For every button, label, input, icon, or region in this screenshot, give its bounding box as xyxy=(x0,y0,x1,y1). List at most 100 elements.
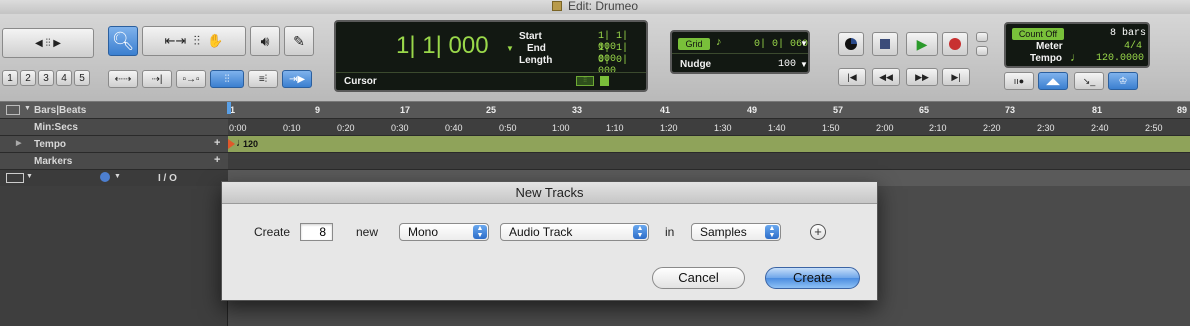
bar-tick: 65 xyxy=(919,105,930,115)
link-timeline-icon[interactable]: ⇥▶ xyxy=(282,70,312,88)
zoom-out-arrow-icon[interactable]: ◀ xyxy=(35,38,43,49)
time-tick: 1:10 xyxy=(606,123,624,133)
tab-to-transient-icon[interactable]: ≡⫶ xyxy=(248,70,278,88)
minsecs-ruler-label[interactable]: Min:Secs xyxy=(0,119,228,136)
cancel-button[interactable]: Cancel xyxy=(652,267,745,289)
online-icon[interactable] xyxy=(838,32,864,56)
return-to-zero-icon[interactable]: |◀ xyxy=(838,68,866,86)
waveform-icon: ⫶⫶ xyxy=(576,76,594,86)
create-button[interactable]: Create xyxy=(765,267,860,289)
memory-icon xyxy=(600,76,609,86)
time-tick: 0:40 xyxy=(445,123,463,133)
tempo-marker-icon[interactable] xyxy=(228,139,235,149)
time-tick: 0:10 xyxy=(283,123,301,133)
scrubber-tool-icon[interactable]: 🔊︎ xyxy=(250,26,280,56)
track-type-select[interactable]: Audio Track ▲ ▼ xyxy=(500,223,649,241)
pencil-tool-icon[interactable]: ✎ xyxy=(284,26,314,56)
length-value[interactable]: 0| 0| 000 xyxy=(598,55,646,77)
io-label: I / O xyxy=(158,173,177,184)
select-arrows-icon: ▲ ▼ xyxy=(765,225,779,239)
timebase-select[interactable]: Samples ▲ ▼ xyxy=(691,223,781,241)
zoom-preset-4[interactable]: 4 xyxy=(56,70,72,86)
nudge-dropdown-icon[interactable]: ▼ xyxy=(800,60,808,69)
trim-tool-icon[interactable]: ⇤⇥ xyxy=(165,33,187,49)
create-label: Create xyxy=(254,225,291,239)
add-row-icon[interactable]: + xyxy=(810,224,826,240)
dropdown-icon[interactable]: ▼ xyxy=(24,105,31,112)
stop-icon[interactable] xyxy=(872,32,898,56)
go-to-end-icon[interactable]: ▶| xyxy=(942,68,970,86)
count-off-bars[interactable]: 8 bars xyxy=(1110,28,1146,39)
counter-dropdown-icon[interactable]: ▼ xyxy=(506,44,514,53)
grid-mode-icon[interactable]: ⫶⫶ xyxy=(210,70,244,88)
time-tick: 1:20 xyxy=(660,123,678,133)
in-label: in xyxy=(665,225,675,239)
zoomer-tool-icon[interactable]: 🔍︎ xyxy=(108,26,138,56)
tempo-ruler[interactable]: ♩ 120 xyxy=(228,136,1190,153)
bars-beats-ruler-label[interactable]: ▼ Bars|Beats xyxy=(0,102,228,119)
main-counter-value[interactable]: 1| 1| 000 xyxy=(396,32,489,60)
channel-format-select[interactable]: Mono ▲ ▼ xyxy=(399,223,489,241)
timebase-clock-icon[interactable] xyxy=(100,172,110,182)
minsecs-ruler[interactable]: 0:00 0:10 0:20 0:30 0:40 0:50 1:00 1:10 … xyxy=(228,119,1190,136)
ruler-menu-icon[interactable] xyxy=(6,105,20,115)
grid-nudge-display: Grid ♪ 0| 0| 060 ▼ Nudge 100 ▼ xyxy=(670,30,810,74)
shuffle-mode-icon[interactable]: ⇠⇢ xyxy=(108,70,138,88)
zoom-preset-3[interactable]: 3 xyxy=(38,70,54,86)
new-tracks-dialog: New Tracks Create 8 new Mono ▲ ▼ Audio Tr… xyxy=(221,181,878,301)
track-count-input[interactable]: 8 xyxy=(300,223,333,241)
add-marker-icon[interactable]: + xyxy=(214,154,220,166)
tempo-ruler-label[interactable]: ▶ Tempo + xyxy=(0,136,228,153)
grid-dropdown-icon[interactable]: ▼ xyxy=(800,39,808,48)
expand-triangle-icon[interactable]: ▶ xyxy=(16,139,21,147)
nudge-value[interactable]: 100 xyxy=(778,59,796,70)
count-off-label[interactable]: Count Off xyxy=(1012,28,1064,40)
selector-tool-icon[interactable]: ⫶⫶ xyxy=(194,33,201,49)
transport-option-icon[interactable] xyxy=(976,32,988,42)
time-tick: 0:50 xyxy=(499,123,517,133)
zoom-preset-1[interactable]: 1 xyxy=(2,70,18,86)
wait-for-note-icon[interactable]: ıı● xyxy=(1004,72,1034,90)
nudge-label: Nudge xyxy=(680,59,712,70)
dropdown-icon[interactable]: ▼ xyxy=(26,173,33,180)
rewind-icon[interactable]: ◀◀ xyxy=(872,68,900,86)
grid-label[interactable]: Grid xyxy=(678,38,710,50)
tempo-note-icon: ♩ xyxy=(1070,50,1082,64)
bar-tick: 73 xyxy=(1005,105,1016,115)
tracks-list-icon[interactable] xyxy=(6,173,24,183)
tempo-marker-value: 120 xyxy=(243,139,259,149)
bars-beats-ruler[interactable]: 1 9 17 25 33 41 49 57 65 73 81 89 xyxy=(227,102,1190,119)
time-tick: 0:20 xyxy=(337,123,355,133)
conductor-icon[interactable]: ♔ xyxy=(1108,72,1138,90)
trim-select-grabber-tools[interactable]: ⇤⇥ ⫶⫶ ✋ xyxy=(142,26,246,56)
tempo-value[interactable]: 120.0000 xyxy=(1096,53,1144,64)
window-title: Edit: Drumeo xyxy=(567,0,639,13)
markers-ruler-label[interactable]: Markers + xyxy=(0,153,228,170)
time-tick: 1:50 xyxy=(822,123,840,133)
record-icon[interactable] xyxy=(942,32,968,56)
window-title-bar: Edit: Drumeo xyxy=(0,0,1190,14)
metronome-icon[interactable]: ◢◣ xyxy=(1038,72,1068,90)
bar-tick: 25 xyxy=(486,105,497,115)
select-arrows-icon: ▲ ▼ xyxy=(473,225,487,239)
zoom-preset-2[interactable]: 2 xyxy=(20,70,36,86)
add-tempo-icon[interactable]: + xyxy=(214,137,220,149)
start-label: Start xyxy=(519,31,542,42)
zoom-preset-5[interactable]: 5 xyxy=(74,70,90,86)
bar-tick: 49 xyxy=(747,105,758,115)
meter-value[interactable]: 4/4 xyxy=(1124,41,1142,52)
note-icon: ♪ xyxy=(716,36,722,48)
markers-ruler[interactable] xyxy=(228,153,1190,170)
transport-option-icon[interactable] xyxy=(976,46,988,56)
play-icon[interactable]: ▶ xyxy=(906,32,938,56)
dropdown-icon[interactable]: ▼ xyxy=(114,173,121,180)
midi-merge-icon[interactable]: ↘_ xyxy=(1074,72,1104,90)
grabber-tool-icon[interactable]: ✋ xyxy=(207,33,223,49)
spot-mode-icon[interactable]: ▫→▫ xyxy=(176,70,206,88)
zoom-in-arrow-icon[interactable]: ▶ xyxy=(53,38,61,49)
edit-toolbar: ◀ ⫶⫶ ▶ 1 2 3 4 5 🔍︎ ⇤⇥ ⫶⫶ ✋ 🔊︎ ✎ ⇠⇢ ⇢| ▫… xyxy=(0,14,1190,102)
slip-mode-icon[interactable]: ⇢| xyxy=(142,70,172,88)
fast-forward-icon[interactable]: ▶▶ xyxy=(906,68,938,86)
playhead-marker[interactable] xyxy=(227,102,231,114)
waveform-zoom-control[interactable]: ◀ ⫶⫶ ▶ xyxy=(2,28,94,58)
